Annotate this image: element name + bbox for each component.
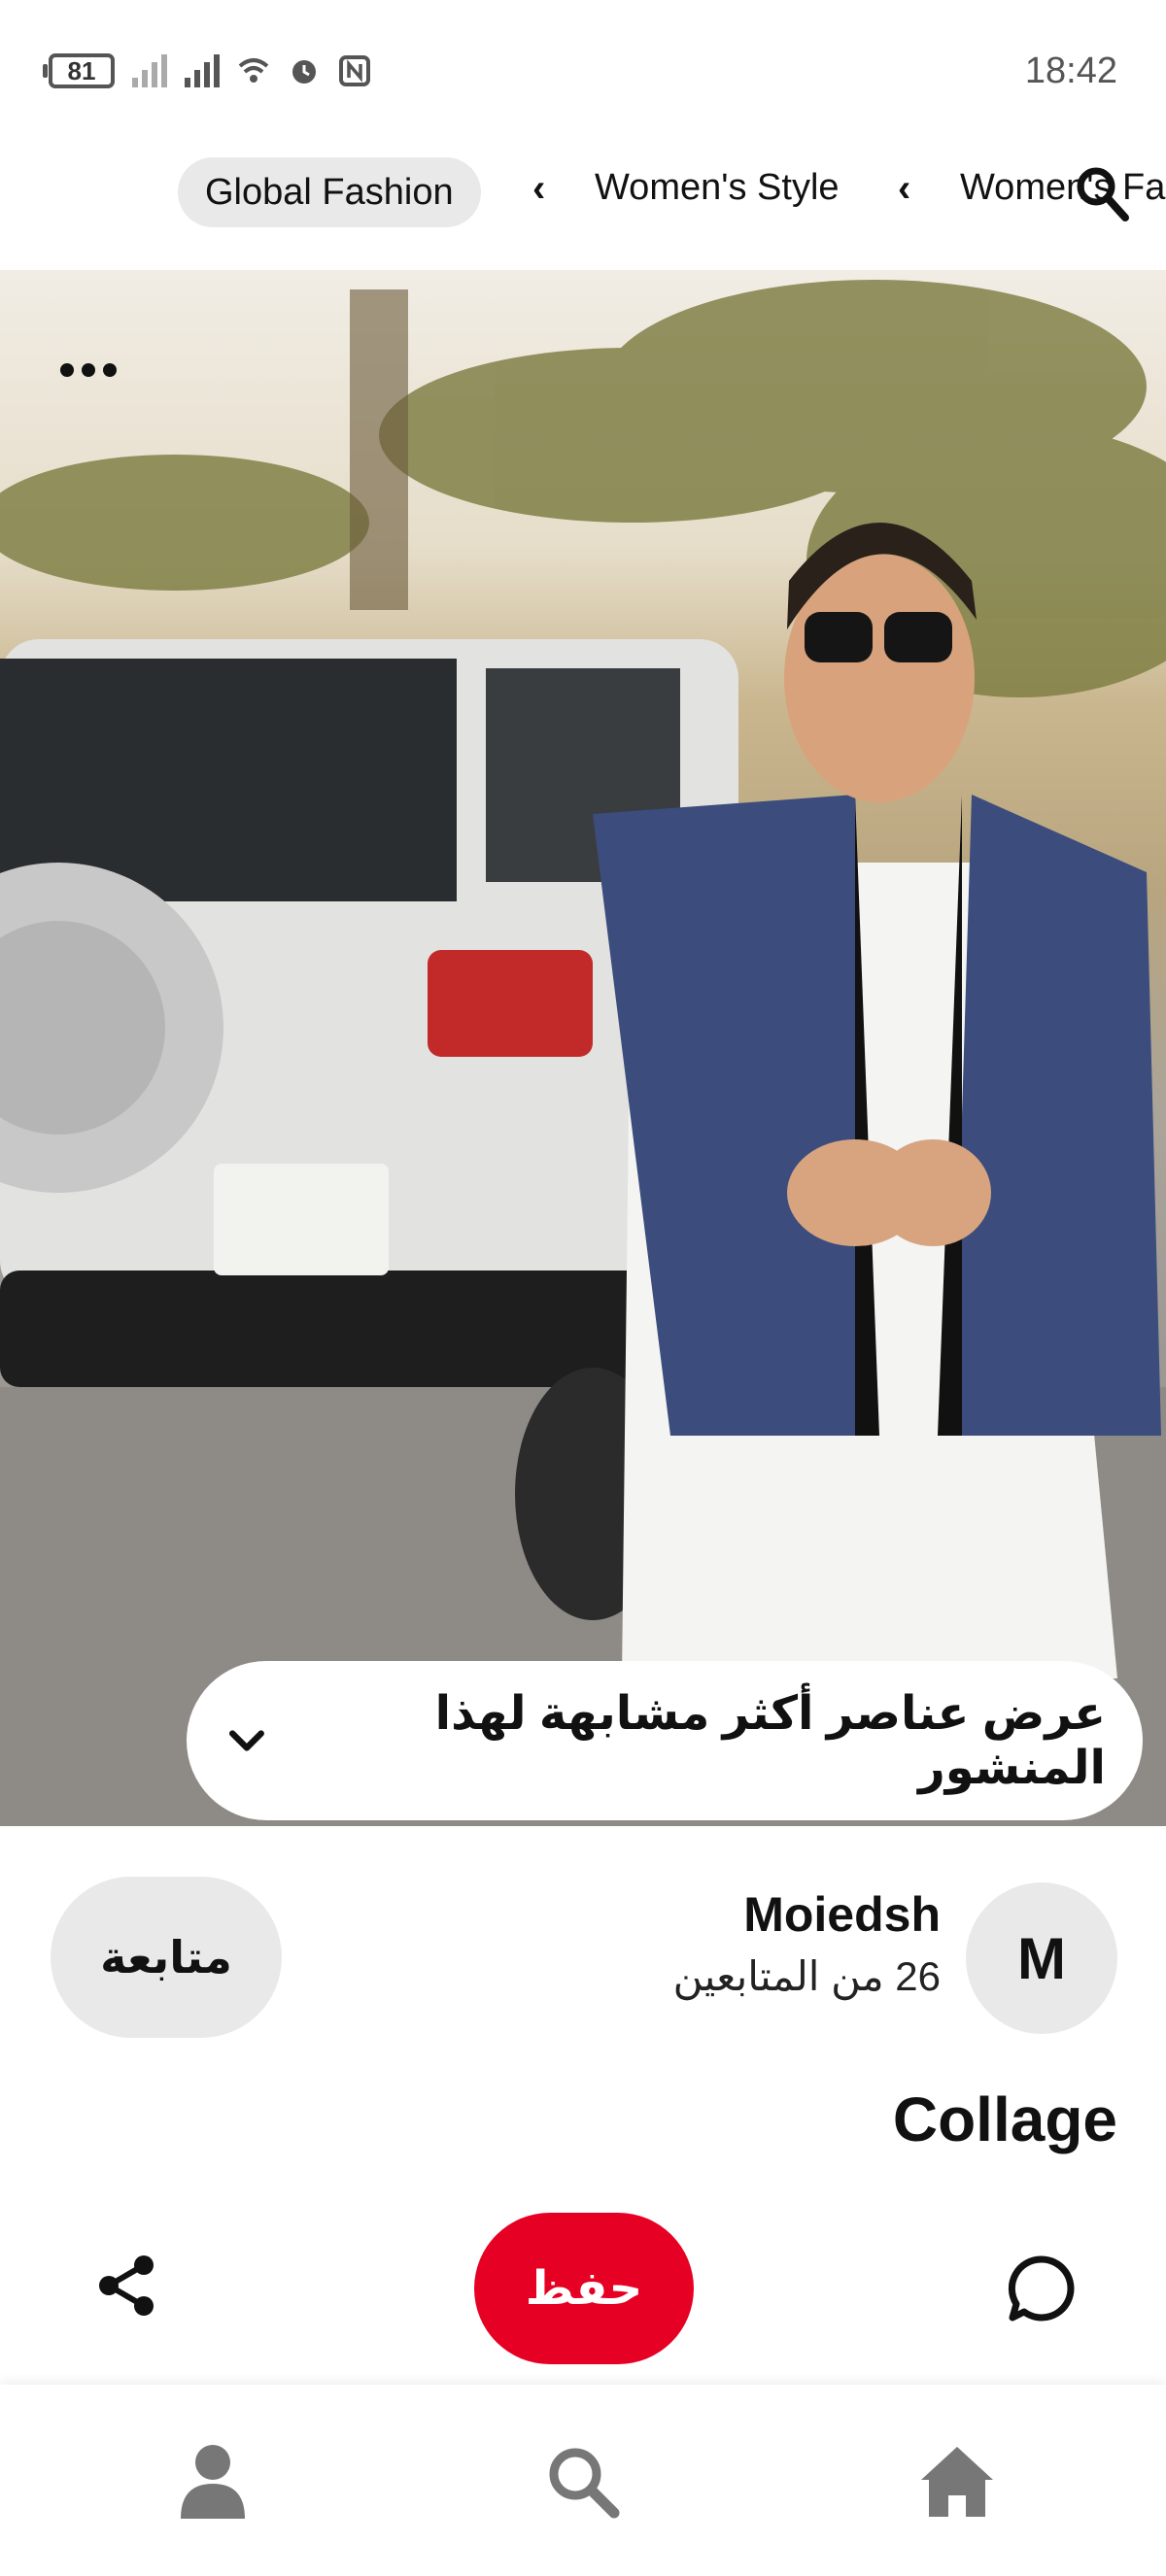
chevron-left-icon: ‹ [532, 167, 546, 210]
comment-icon[interactable] [1005, 2252, 1079, 2325]
alarm-icon [292, 60, 316, 84]
search-icon[interactable] [542, 2441, 622, 2521]
home-icon[interactable] [917, 2441, 997, 2521]
creator-name[interactable]: Moiedsh [743, 1886, 941, 1943]
breadcrumb-chip-active[interactable]: Global Fashion [178, 157, 481, 227]
signal-icon [132, 54, 167, 87]
battery-level: 81 [67, 55, 96, 85]
status-bar: 81 18:42 [0, 0, 1166, 146]
chevron-down-icon [228, 1730, 264, 1751]
nfc-icon [339, 55, 370, 86]
search-icon[interactable] [1073, 159, 1131, 227]
save-button[interactable]: حفظ [474, 2213, 694, 2364]
more-similar-label: عرض عناصر أكثر مشابهة لهذا المنشور [434, 1688, 1106, 1794]
pin-image[interactable]: عرض عناصر أكثر مشابهة لهذا المنشور [0, 270, 1166, 1826]
chevron-left-icon: ‹ [898, 167, 911, 210]
pin-title: Collage [892, 2085, 1117, 2154]
clock: 18:42 [1024, 51, 1117, 91]
more-options-icon[interactable] [60, 354, 140, 387]
profile-icon[interactable] [173, 2441, 253, 2521]
more-similar-button[interactable]: عرض عناصر أكثر مشابهة لهذا المنشور [187, 1661, 1143, 1820]
share-icon[interactable] [93, 2252, 161, 2320]
avatar[interactable]: M [966, 1882, 1117, 2034]
follow-button[interactable]: متابعة [51, 1877, 282, 2038]
battery-icon: 81 [43, 53, 115, 88]
breadcrumb: Global Fashion ‹ Women's Style ‹ Women's… [0, 146, 1166, 272]
signal-icon [185, 54, 220, 87]
creator-followers: 26 من المتابعين [672, 1953, 941, 1999]
photo-illustration [0, 280, 1166, 1826]
breadcrumb-item[interactable]: Women's Style [595, 167, 840, 209]
status-icons: 81 [43, 53, 371, 88]
wifi-icon [238, 58, 269, 83]
bottom-nav [0, 2385, 1166, 2576]
breadcrumb-item[interactable]: Women's Fa [960, 167, 1165, 209]
